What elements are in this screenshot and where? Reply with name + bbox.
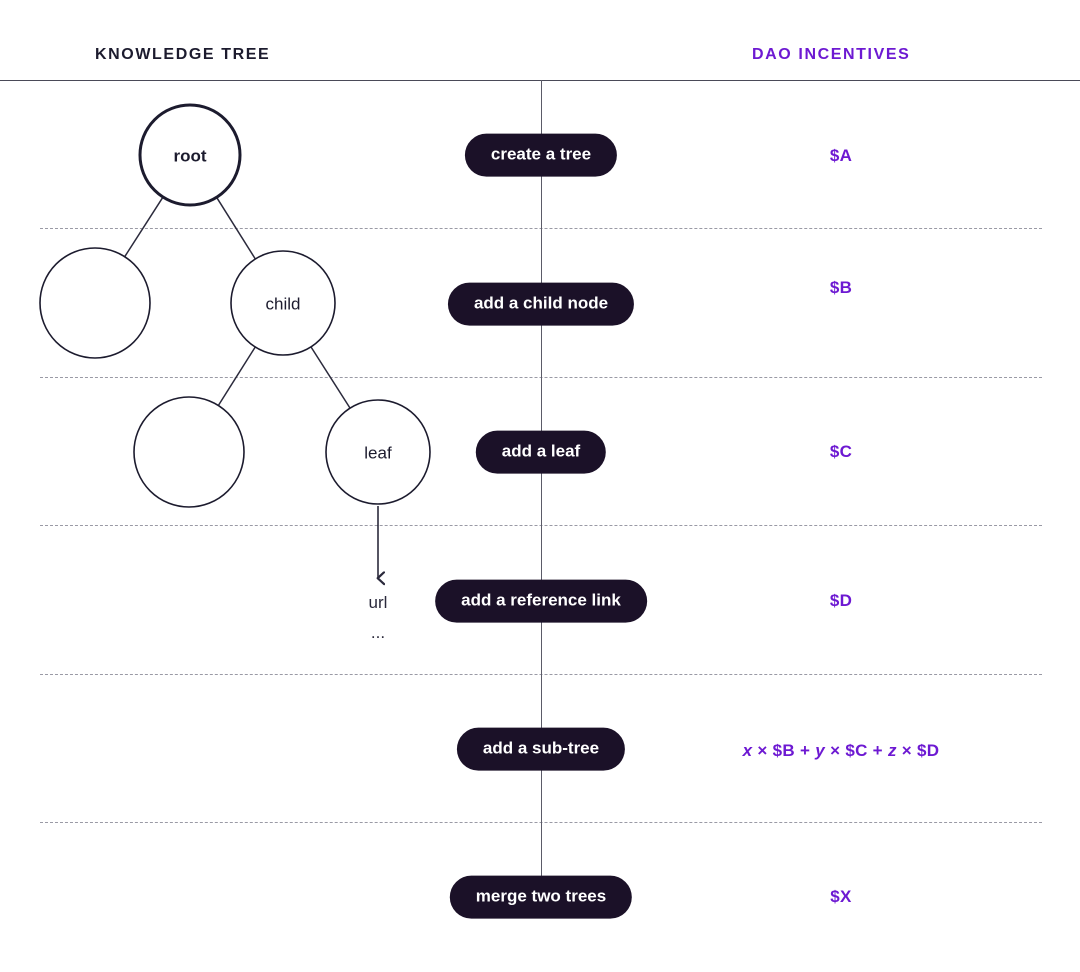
reference-url-label: url <box>369 593 388 612</box>
tree-node-label: child <box>266 295 301 314</box>
incentive-formula: x × $B + y × $C + z × $D <box>743 741 940 761</box>
tree-node-child-left[interactable] <box>39 247 151 359</box>
incentive-value: $X <box>830 887 852 906</box>
incentive-value: $B <box>829 278 853 297</box>
incentive-value: $D <box>829 591 853 610</box>
tree-edge <box>124 196 164 258</box>
tree-node-root[interactable]: root <box>138 103 242 207</box>
tree-node-leaf-right[interactable]: leaf <box>325 399 431 505</box>
action-pill[interactable]: merge two trees <box>449 875 633 919</box>
reference-ellipsis-label: ... <box>371 623 385 642</box>
tree-edge <box>217 346 256 406</box>
incentive-value: $C <box>829 442 853 461</box>
incentive-value: $A <box>829 146 853 165</box>
tree-node-group: root child leaf <box>39 103 431 508</box>
formula-operator: × $C + <box>825 741 888 760</box>
action-pill[interactable]: create a tree <box>464 133 618 177</box>
formula-operator: × $B + <box>752 741 816 760</box>
diagram-canvas: KNOWLEDGE TREE DAO INCENTIVES root child l… <box>0 0 1080 972</box>
tree-edge <box>215 196 256 260</box>
action-pill[interactable]: add a sub-tree <box>456 727 626 771</box>
action-pill[interactable]: add a reference link <box>435 579 647 623</box>
tree-node-circle <box>133 396 245 508</box>
action-pill[interactable]: add a child node <box>447 282 635 326</box>
tree-edge <box>310 346 351 409</box>
formula-variable: y <box>815 741 826 760</box>
action-pill[interactable]: add a leaf <box>475 430 607 474</box>
tree-node-label: root <box>173 147 206 166</box>
formula-operator: × $D <box>896 741 940 760</box>
tree-node-leaf-left[interactable] <box>133 396 245 508</box>
tree-node-circle <box>39 247 151 359</box>
tree-node-child-right[interactable]: child <box>230 250 336 356</box>
formula-variable: z <box>887 741 897 760</box>
formula-variable: x <box>742 741 753 760</box>
tree-node-label: leaf <box>364 444 392 463</box>
